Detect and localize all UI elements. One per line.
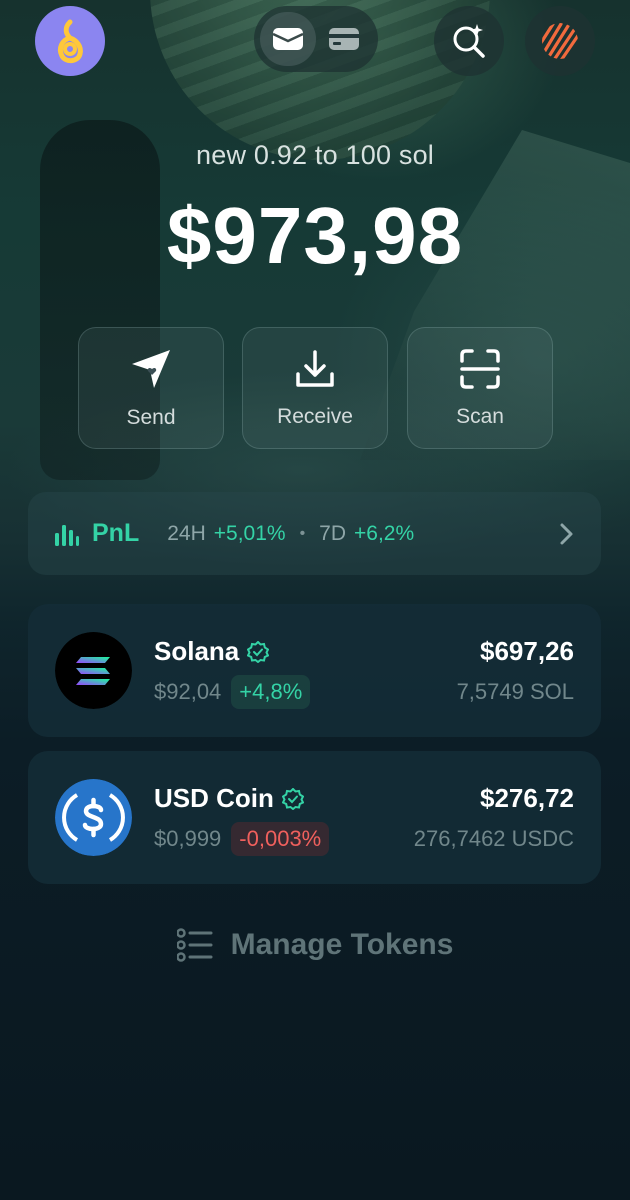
token-row-usdc[interactable]: USD Coin $0,999 -0,003% $276,72 276,7462…	[28, 751, 601, 884]
ok-hand-icon	[57, 19, 83, 64]
receive-button[interactable]: Receive	[242, 327, 388, 449]
wallet-tab[interactable]	[260, 12, 316, 66]
token-price-row: $0,999 -0,003%	[154, 822, 330, 856]
account-name[interactable]: new 0.92 to 100 sol	[0, 140, 630, 171]
token-price-row: $92,04 +4,8%	[154, 675, 311, 709]
token-amount: 276,7462 USDC	[413, 826, 574, 851]
pnl-title: PnL	[92, 519, 140, 547]
scan-label: Scan	[456, 405, 504, 428]
token-change-badge: +4,8%	[231, 675, 311, 709]
usdc-logo-icon	[55, 779, 132, 856]
card-tab[interactable]	[316, 12, 372, 66]
manage-tokens-label: Manage Tokens	[230, 928, 454, 961]
send-icon	[132, 350, 170, 388]
token-price: $92,04	[154, 679, 222, 704]
pnl-period-7d: 7D	[319, 521, 347, 545]
token-name: Solana	[154, 636, 270, 667]
list-icon	[176, 928, 213, 962]
send-label: Send	[126, 406, 176, 429]
pnl-value-7d: +6,2%	[354, 521, 415, 545]
scan-button[interactable]: Scan	[407, 327, 553, 449]
pnl-bar[interactable]: PnL 24H +5,01% • 7D +6,2%	[28, 492, 601, 575]
token-value: $697,26	[480, 636, 574, 666]
verified-badge-icon	[281, 787, 304, 810]
wallet-icon	[272, 28, 304, 50]
total-balance: $973,98	[166, 191, 464, 280]
bar-chart-icon	[55, 524, 79, 546]
token-change-badge: -0,003%	[231, 822, 330, 856]
pnl-separator: •	[299, 524, 306, 542]
verified-badge-icon	[247, 640, 270, 663]
background-art	[0, 0, 630, 1200]
token-name-text: Solana	[154, 636, 240, 666]
solana-logo-icon	[55, 632, 132, 709]
card-icon	[329, 28, 359, 50]
token-value: $276,72	[480, 783, 574, 813]
chevron-right-icon	[560, 523, 573, 544]
receive-label: Receive	[277, 405, 353, 428]
scan-icon	[460, 349, 500, 389]
search-button[interactable]	[434, 6, 504, 76]
download-icon	[296, 350, 334, 387]
profile-avatar[interactable]	[35, 6, 105, 76]
app-logo-button[interactable]	[525, 6, 595, 76]
token-row-solana[interactable]: Solana $92,04 +4,8% $697,26 7,5749 SOL	[28, 604, 601, 737]
wallet-view-switch	[254, 6, 378, 72]
striped-logo-icon	[542, 23, 578, 59]
send-button[interactable]: Send	[78, 327, 224, 449]
token-price: $0,999	[154, 826, 222, 851]
pnl-period-24h: 24H	[167, 521, 206, 545]
search-sparkle-icon	[453, 24, 485, 58]
pnl-value-24h: +5,01%	[213, 521, 286, 545]
token-amount: 7,5749 SOL	[456, 679, 574, 704]
token-name: USD Coin	[154, 783, 304, 814]
token-name-text: USD Coin	[154, 783, 274, 813]
manage-tokens-button[interactable]: Manage Tokens	[0, 928, 630, 962]
